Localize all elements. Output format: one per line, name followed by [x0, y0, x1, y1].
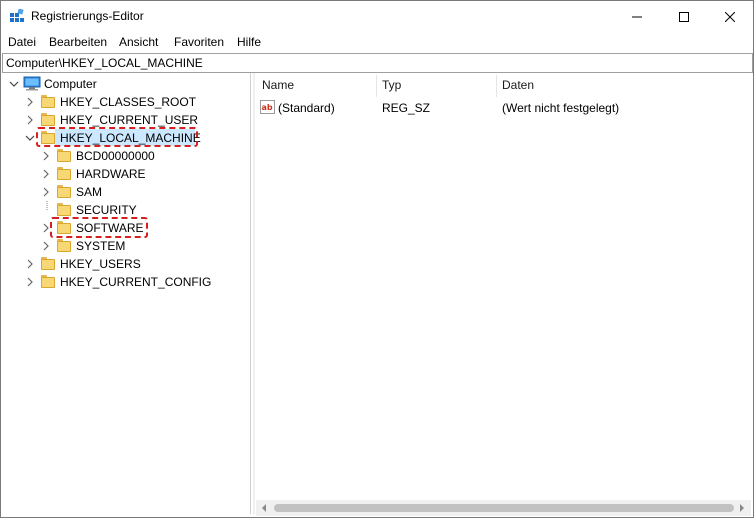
close-button[interactable] — [707, 1, 753, 32]
tree-label: SAM — [76, 185, 103, 199]
column-header-data[interactable]: Daten — [502, 78, 534, 92]
scrollbar-thumb[interactable] — [274, 504, 734, 512]
folder-icon — [57, 185, 71, 198]
chevron-right-icon[interactable] — [25, 259, 35, 269]
chevron-right-icon[interactable] — [25, 277, 35, 287]
tree-label: HKEY_CLASSES_ROOT — [60, 95, 197, 109]
menu-favoriten[interactable]: Favoriten — [174, 35, 224, 49]
chevron-right-icon[interactable] — [25, 115, 35, 125]
folder-icon — [57, 203, 71, 216]
maximize-icon — [679, 11, 689, 22]
tree-item-hkey-users[interactable]: HKEY_USERS — [3, 255, 243, 273]
chevron-right-icon[interactable] — [25, 97, 35, 107]
value-name: (Standard) — [278, 101, 335, 115]
chevron-right-icon[interactable] — [41, 169, 51, 179]
red-dashed-highlight — [36, 127, 198, 147]
tree-item-software[interactable]: SOFTWARE — [3, 217, 243, 238]
folder-icon — [41, 113, 55, 126]
menu-bearbeiten[interactable]: Bearbeiten — [49, 35, 107, 49]
tree-label: HARDWARE — [76, 167, 146, 181]
key-tree-pane[interactable]: Computer HKEY_CLASSES_ROOT HKEY_CURRENT_… — [3, 73, 251, 514]
tree-item-hkey-classes-root[interactable]: HKEY_CLASSES_ROOT — [3, 93, 243, 111]
tree-label: SYSTEM — [76, 239, 126, 253]
pane-splitter[interactable] — [253, 73, 255, 514]
horizontal-scrollbar[interactable] — [256, 500, 751, 516]
column-header-name[interactable]: Name — [262, 78, 294, 92]
chevron-down-icon[interactable] — [25, 133, 35, 143]
tree-label: SECURITY — [76, 203, 137, 217]
value-type: REG_SZ — [382, 101, 431, 115]
scroll-left-icon[interactable] — [260, 504, 268, 512]
chevron-right-icon[interactable] — [41, 187, 51, 197]
tree-item-sam[interactable]: SAM — [3, 183, 243, 201]
tree-item-computer[interactable]: Computer — [3, 75, 243, 93]
column-header-type[interactable]: Typ — [382, 78, 401, 92]
folder-icon — [57, 239, 71, 252]
tree-label: HKEY_CURRENT_USER — [60, 113, 199, 127]
tree-label-computer: Computer — [44, 77, 97, 91]
registry-editor-window: Registrierungs-Editor Datei Bearbeiten A… — [0, 0, 754, 518]
address-path[interactable]: Computer\HKEY_LOCAL_MACHINE — [6, 56, 203, 70]
value-row[interactable]: ab (Standard) REG_SZ (Wert nicht festgel… — [256, 98, 751, 116]
red-dashed-highlight — [50, 217, 148, 238]
menu-bar: Datei Bearbeiten Ansicht Favoriten Hilfe — [1, 32, 753, 52]
column-divider[interactable] — [376, 75, 377, 97]
computer-icon — [23, 76, 41, 91]
tree-item-system[interactable]: SYSTEM — [3, 237, 243, 255]
menu-ansicht[interactable]: Ansicht — [119, 35, 158, 49]
close-icon — [725, 11, 735, 22]
scroll-right-icon[interactable] — [738, 504, 746, 512]
folder-icon — [41, 257, 55, 270]
folder-icon — [57, 167, 71, 180]
minimize-button[interactable] — [614, 1, 660, 32]
chevron-right-icon[interactable] — [41, 241, 51, 251]
menu-hilfe[interactable]: Hilfe — [237, 35, 261, 49]
tree-item-hkey-current-config[interactable]: HKEY_CURRENT_CONFIG — [3, 273, 243, 291]
chevron-down-icon[interactable] — [9, 79, 19, 89]
title-bar[interactable]: Registrierungs-Editor — [1, 1, 753, 32]
tree-item-hkey-local-machine[interactable]: HKEY_LOCAL_MACHINE — [3, 127, 243, 147]
folder-icon — [57, 149, 71, 162]
svg-text:ab: ab — [262, 103, 273, 112]
values-list-pane[interactable]: Name Typ Daten ab (Standard) REG_SZ (Wer… — [256, 73, 751, 514]
address-bar[interactable]: Computer\HKEY_LOCAL_MACHINE — [2, 53, 753, 73]
tree-item-bcd00000000[interactable]: BCD00000000 — [3, 147, 243, 165]
tree-label: HKEY_USERS — [60, 257, 141, 271]
folder-icon — [41, 275, 55, 288]
minimize-icon — [632, 16, 642, 17]
window-title: Registrierungs-Editor — [31, 9, 144, 23]
registry-editor-icon — [10, 9, 24, 22]
string-value-icon: ab — [260, 100, 275, 114]
column-divider[interactable] — [496, 75, 497, 97]
maximize-button[interactable] — [661, 1, 707, 32]
tree-label: BCD00000000 — [76, 149, 155, 163]
tree-connector-line — [46, 201, 48, 211]
menu-datei[interactable]: Datei — [8, 35, 36, 49]
value-data: (Wert nicht festgelegt) — [502, 101, 620, 115]
tree-item-hardware[interactable]: HARDWARE — [3, 165, 243, 183]
folder-icon — [41, 95, 55, 108]
tree-label: HKEY_CURRENT_CONFIG — [60, 275, 212, 289]
chevron-right-icon[interactable] — [41, 151, 51, 161]
